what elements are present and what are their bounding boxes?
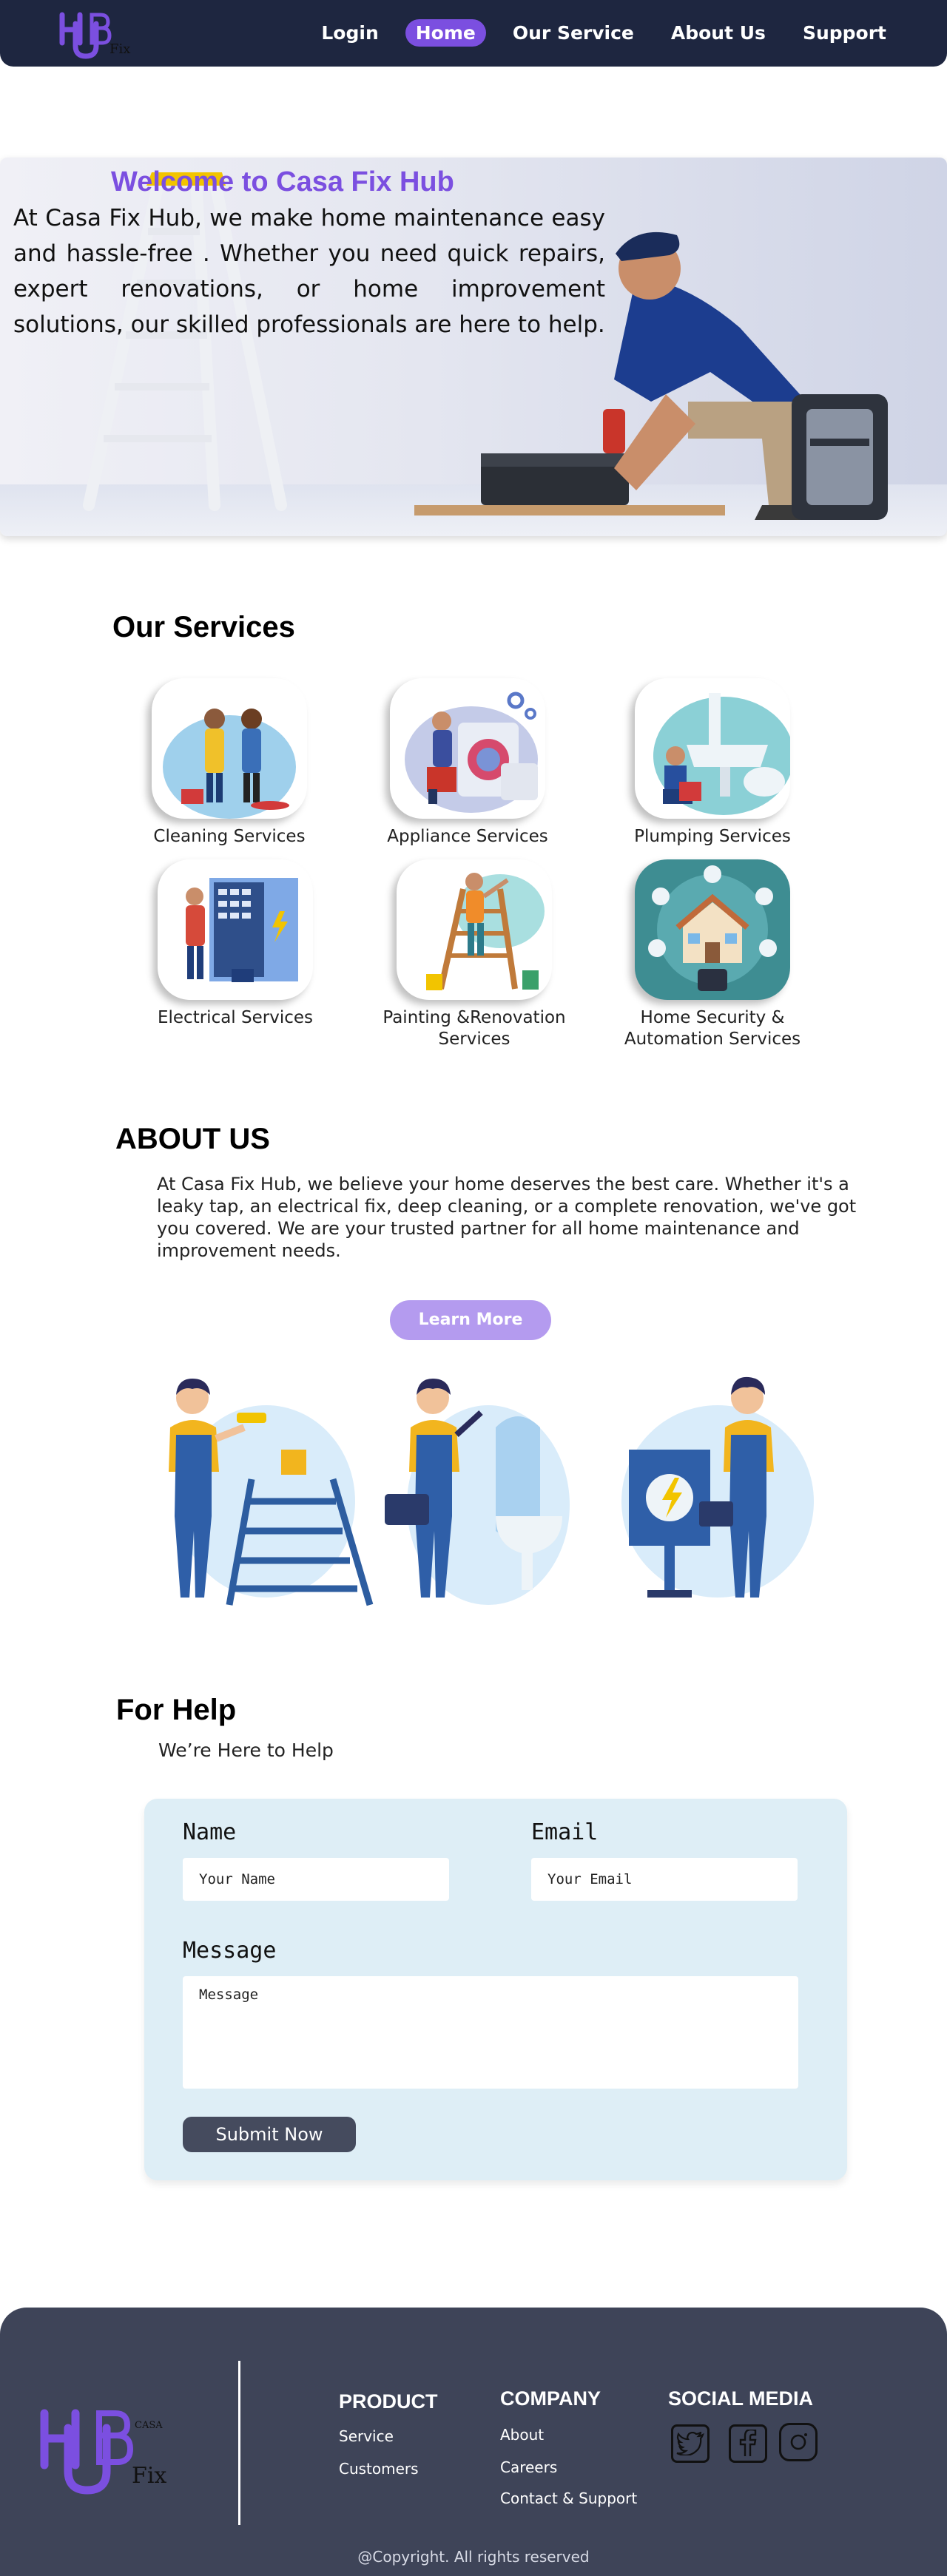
service-label: Painting &Renovation Services [382, 1008, 566, 1049]
name-input[interactable] [183, 1858, 449, 1901]
social-title: SOCIAL MEDIA [668, 2387, 814, 2410]
painting-icon [397, 859, 552, 1000]
facebook-icon[interactable] [729, 2424, 767, 2463]
service-label: Appliance Services [387, 827, 548, 846]
service-card-plumbing[interactable]: Plumping Services [609, 678, 816, 848]
footer-link-contact-support[interactable]: Contact & Support [500, 2489, 637, 2507]
company-title: COMPANY [500, 2387, 601, 2410]
nav-home[interactable]: Home [405, 19, 486, 47]
service-label: Electrical Services [157, 1008, 313, 1027]
cleaning-icon [152, 678, 307, 819]
email-input[interactable] [531, 1858, 798, 1901]
service-card-appliance[interactable]: Appliance Services [364, 678, 571, 848]
svg-text:CASA: CASA [135, 2420, 163, 2431]
footer: CASA Fix PRODUCT Service Customers COMPA… [0, 2308, 947, 2576]
service-card-security[interactable]: Home Security & Automation Services [609, 859, 816, 1050]
learn-more-button[interactable]: Learn More [390, 1300, 551, 1340]
message-label: Message [183, 1938, 277, 1964]
footer-link-careers[interactable]: Careers [500, 2458, 557, 2476]
email-label: Email [531, 1819, 599, 1845]
instagram-icon[interactable] [779, 2423, 818, 2461]
services-title: Our Services [112, 611, 295, 643]
plumbing-icon [635, 678, 790, 819]
hero-title: Welcome to Casa Fix Hub [111, 166, 454, 197]
top-navbar: Fix Login Home Our Service About Us Supp… [0, 0, 947, 67]
twitter-icon[interactable] [671, 2424, 710, 2463]
service-card-cleaning[interactable]: Cleaning Services [126, 678, 333, 848]
nav-our-service[interactable]: Our Service [502, 19, 644, 47]
hero-description: At Casa Fix Hub, we make home maintenanc… [13, 205, 605, 338]
nav-links: Login Home Our Service About Us Support [311, 19, 897, 47]
contact-form: Name Email Message Submit Now [144, 1799, 847, 2180]
about-title: ABOUT US [115, 1123, 270, 1155]
footer-logo[interactable]: CASA Fix [37, 2400, 185, 2496]
footer-link-customers[interactable]: Customers [339, 2460, 419, 2478]
nav-login[interactable]: Login [311, 19, 388, 47]
product-title: PRODUCT [339, 2390, 438, 2413]
workers-illustration [169, 1376, 814, 1606]
electrical-icon [158, 859, 313, 1000]
help-subtitle: We’re Here to Help [158, 1740, 334, 1761]
service-card-painting[interactable]: Painting &Renovation Services [371, 859, 578, 1050]
footer-link-about[interactable]: About [500, 2426, 544, 2444]
footer-link-service[interactable]: Service [339, 2427, 394, 2445]
service-label: Cleaning Services [153, 827, 306, 846]
name-label: Name [183, 1819, 237, 1845]
svg-text:Fix: Fix [132, 2463, 166, 2489]
appliance-icon [390, 678, 545, 819]
help-title: For Help [116, 1694, 237, 1726]
hero-banner: Welcome to Casa Fix Hub At Casa Fix Hub,… [0, 158, 947, 536]
page: Fix Login Home Our Service About Us Supp… [0, 0, 947, 2576]
copyright: @Copyright. All rights reserved [357, 2548, 590, 2566]
submit-button[interactable]: Submit Now [183, 2117, 356, 2152]
nav-support[interactable]: Support [792, 19, 897, 47]
service-label: Plumping Services [634, 827, 791, 846]
svg-text:Fix: Fix [109, 41, 130, 57]
footer-divider [238, 2361, 240, 2525]
service-label: Home Security & Automation Services [624, 1008, 801, 1049]
nav-about-us[interactable]: About Us [661, 19, 776, 47]
service-card-electrical[interactable]: Electrical Services [132, 859, 339, 1029]
about-description: At Casa Fix Hub, we believe your home de… [157, 1174, 857, 1261]
smart-home-icon [635, 859, 790, 1000]
message-textarea[interactable] [183, 1976, 798, 2089]
casa-fix-hub-logo[interactable]: Fix [58, 7, 139, 59]
